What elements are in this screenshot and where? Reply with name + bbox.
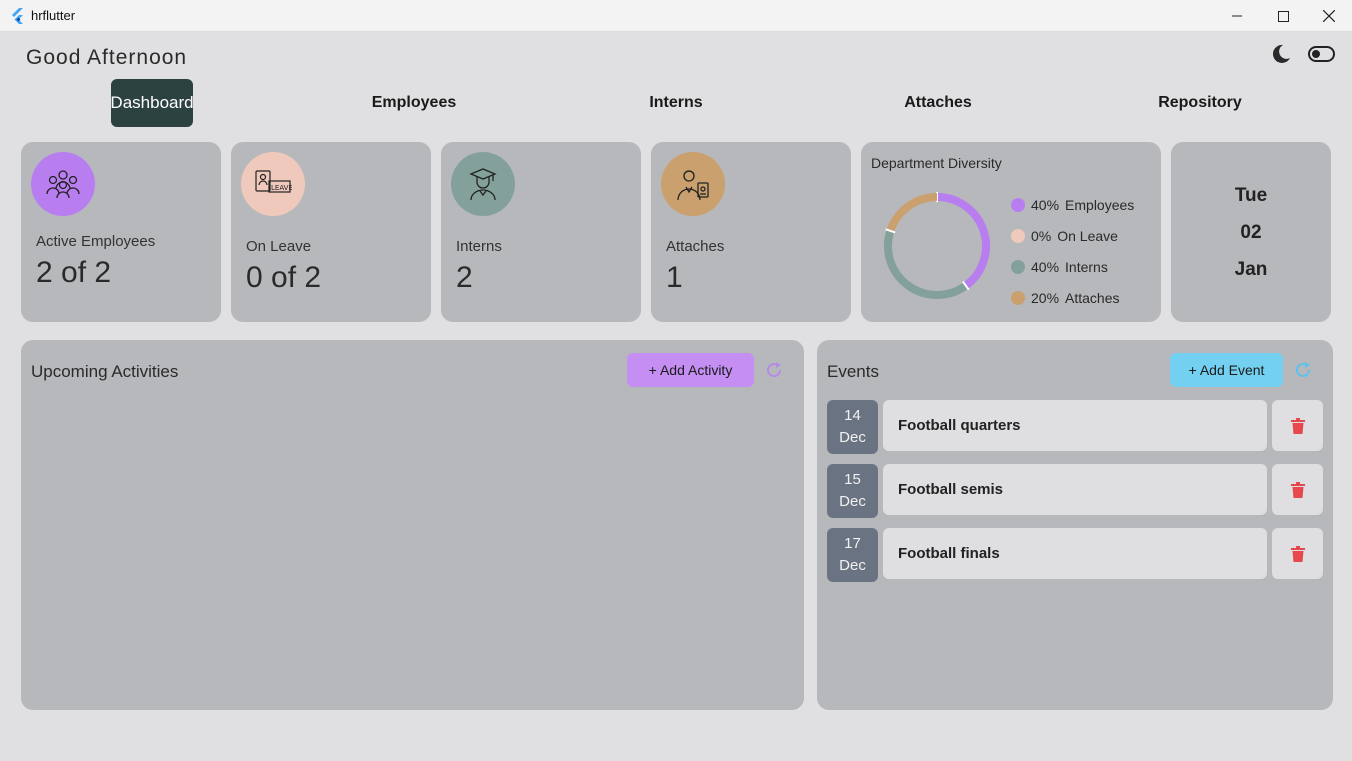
legend-item-on-leave: 0% On Leave — [1011, 227, 1118, 245]
legend-percent: 20% — [1031, 290, 1060, 306]
refresh-activities-icon[interactable] — [764, 360, 784, 380]
legend-label: Employees — [1065, 197, 1135, 213]
event-item: 17 Dec Football finals — [827, 528, 1323, 582]
trash-icon — [1290, 417, 1305, 434]
donut-slice-interns — [884, 229, 969, 299]
event-date-badge: 15 Dec — [827, 464, 878, 518]
date-month: Jan — [1234, 258, 1268, 280]
legend-dot — [1011, 291, 1025, 305]
event-day: 15 — [844, 471, 861, 488]
toggle-knob — [1312, 50, 1320, 58]
refresh-events-icon[interactable] — [1293, 360, 1313, 380]
event-day: 17 — [844, 535, 861, 552]
attaches-card: Attaches 1 — [651, 142, 851, 322]
close-icon — [1323, 10, 1335, 22]
legend-item-interns: 40% Interns — [1011, 258, 1108, 276]
stat-label: Interns — [456, 238, 502, 255]
graduate-icon — [451, 152, 515, 216]
event-month: Dec — [839, 429, 866, 446]
title-bar: hrflutter — [0, 0, 1352, 32]
stat-value: 2 — [456, 261, 473, 294]
events-title: Events — [827, 362, 879, 381]
legend-dot — [1011, 198, 1025, 212]
maximize-icon — [1277, 10, 1289, 22]
event-day: 14 — [844, 407, 861, 424]
events-panel: Events + Add Event 14 Dec Football quart… — [817, 340, 1333, 710]
diversity-donut-chart — [884, 192, 990, 299]
delete-event-button[interactable] — [1272, 528, 1323, 579]
svg-text:LEAVE: LEAVE — [271, 184, 292, 192]
theme-toggle[interactable] — [1308, 46, 1335, 62]
event-date-badge: 14 Dec — [827, 400, 878, 454]
current-date-card: Tue 02 Jan — [1171, 142, 1331, 322]
legend-label: Attaches — [1065, 290, 1120, 306]
stat-label: On Leave — [246, 238, 312, 255]
date-day: 02 — [1240, 221, 1262, 243]
event-date-badge: 17 Dec — [827, 528, 878, 582]
event-month: Dec — [839, 557, 866, 574]
flutter-logo-icon — [12, 8, 23, 24]
stat-label: Active Employees — [36, 233, 156, 250]
on-leave-card: LEAVE On Leave 0 of 2 — [231, 142, 431, 322]
maximize-button[interactable] — [1260, 0, 1306, 32]
dark-mode-moon-icon[interactable] — [1270, 43, 1292, 65]
activities-title: Upcoming Activities — [31, 362, 179, 381]
team-icon — [31, 152, 95, 216]
upcoming-activities-panel: Upcoming Activities + Add Activity — [21, 340, 804, 710]
event-name[interactable]: Football finals — [883, 528, 1267, 579]
badge-icon — [661, 152, 725, 216]
legend-item-employees: 40% Employees — [1011, 196, 1134, 214]
add-event-button[interactable]: + Add Event — [1170, 353, 1283, 387]
minimize-icon — [1232, 15, 1242, 17]
legend-dot — [1011, 229, 1025, 243]
stat-value: 0 of 2 — [246, 261, 322, 294]
stat-label: Attaches — [666, 238, 725, 255]
event-item: 15 Dec Football semis — [827, 464, 1323, 518]
active-employees-card: Active Employees 2 of 2 — [21, 142, 221, 322]
stat-value: 2 of 2 — [36, 256, 112, 289]
trash-icon — [1290, 545, 1305, 562]
event-item: 14 Dec Football quarters — [827, 400, 1323, 454]
minimize-button[interactable] — [1214, 0, 1260, 32]
legend-item-attaches: 20% Attaches — [1011, 289, 1120, 307]
stat-value: 1 — [666, 261, 683, 294]
diversity-title: Department Diversity — [871, 155, 1002, 171]
trash-icon — [1290, 481, 1305, 498]
date-weekday: Tue — [1234, 184, 1268, 206]
delete-event-button[interactable] — [1272, 400, 1323, 451]
window-title: hrflutter — [31, 8, 76, 23]
tab-employees[interactable]: Employees — [354, 79, 474, 127]
delete-event-button[interactable] — [1272, 464, 1323, 515]
donut-slice-attaches — [886, 193, 938, 233]
legend-percent: 0% — [1031, 228, 1052, 244]
interns-card: Interns 2 — [441, 142, 641, 322]
greeting-text: Good Afternoon — [26, 46, 188, 69]
leave-icon: LEAVE — [241, 152, 305, 216]
legend-label: Interns — [1065, 259, 1108, 275]
close-button[interactable] — [1306, 0, 1352, 32]
legend-percent: 40% — [1031, 197, 1060, 213]
tab-interns[interactable]: Interns — [616, 79, 736, 127]
tab-dashboard[interactable]: Dashboard — [110, 79, 194, 127]
tab-attaches[interactable]: Attaches — [878, 79, 998, 127]
legend-dot — [1011, 260, 1025, 274]
donut-slice-employees — [936, 193, 990, 289]
tab-repository[interactable]: Repository — [1140, 79, 1260, 127]
event-name[interactable]: Football quarters — [883, 400, 1267, 451]
legend-percent: 40% — [1031, 259, 1060, 275]
event-month: Dec — [839, 493, 866, 510]
event-name[interactable]: Football semis — [883, 464, 1267, 515]
add-activity-button[interactable]: + Add Activity — [627, 353, 754, 387]
legend-label: On Leave — [1057, 228, 1118, 244]
department-diversity-card: Department Diversity 40% Employees 0% On… — [861, 142, 1161, 322]
